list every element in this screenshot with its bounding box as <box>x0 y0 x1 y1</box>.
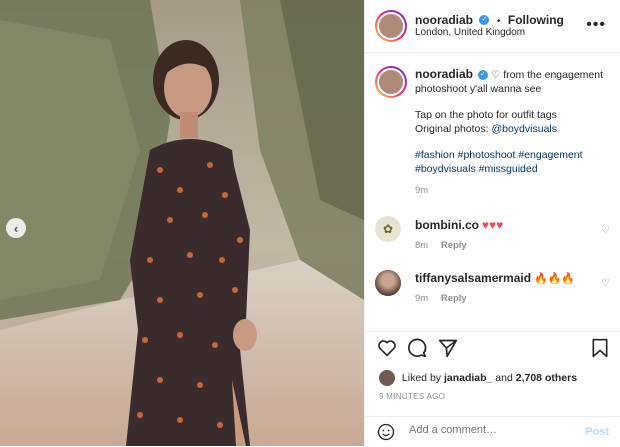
caption-first-line: nooradiab ✓ ♡ from the engagement photos… <box>415 67 615 96</box>
verified-badge-icon: ✓ <box>479 14 490 25</box>
hashtags-line-2[interactable]: #boydvisuals #missguided <box>415 162 615 176</box>
caption-tap-line: Tap on the photo for outfit tags <box>415 109 557 121</box>
likes-prefix: Liked by <box>401 371 444 384</box>
reply-button[interactable]: Reply <box>441 240 467 251</box>
more-dots-icon[interactable]: ••• <box>586 16 606 34</box>
author-avatar[interactable] <box>375 10 407 42</box>
caption-original-prefix: Original photos: <box>415 123 492 135</box>
bookmark-icon[interactable] <box>591 338 609 358</box>
likes-summary: Liked by janadiab_ and 2,708 others <box>379 370 577 386</box>
post-header: nooradiab ✓ • Following London, United K… <box>365 0 620 53</box>
heart-icon[interactable] <box>377 339 397 357</box>
comment-like-icon[interactable]: ♡ <box>601 225 610 236</box>
comment-time: 8m <box>415 240 429 251</box>
comment-input[interactable] <box>407 423 571 437</box>
comment-username[interactable]: bombini.co <box>415 218 479 232</box>
likes-count-link[interactable]: 2,708 others <box>516 372 577 384</box>
comment-meta: 8m Reply <box>415 240 605 251</box>
photo-image <box>0 0 364 446</box>
post-sidebar: nooradiab ✓ • Following London, United K… <box>364 0 620 446</box>
comment-item: tiffanysalsamermaid 🔥🔥🔥 9m Reply <box>415 271 605 304</box>
mention-link[interactable]: @boydvisuals <box>491 123 557 135</box>
commenter-avatar[interactable] <box>375 270 401 296</box>
post-location[interactable]: London, United Kingdom <box>415 27 525 38</box>
post-photo[interactable]: ‹ <box>0 0 364 446</box>
post-timestamp: 9 MINUTES AGO <box>379 392 446 401</box>
comment-time: 9m <box>415 293 429 304</box>
previous-photo-button[interactable]: ‹ <box>6 218 26 238</box>
comment-username[interactable]: tiffanysalsamermaid <box>415 271 531 285</box>
header-separator: • <box>496 16 501 27</box>
comment-text: 🔥🔥🔥 <box>533 273 576 285</box>
comment-text: ♥♥♥ <box>481 218 504 232</box>
comment-like-icon[interactable]: ♡ <box>601 278 610 289</box>
liker-username[interactable]: janadiab_ <box>444 372 492 384</box>
instagram-post: ‹ nooradiab ✓ • Following London, United… <box>0 0 620 446</box>
following-button[interactable]: Following <box>508 13 564 27</box>
commenter-avatar[interactable]: ✿ <box>375 216 401 242</box>
hashtags-line-1[interactable]: #fashion #photoshoot #engagement <box>415 148 615 162</box>
add-comment-bar: Post <box>365 416 620 447</box>
reply-button[interactable]: Reply <box>441 293 467 304</box>
author-username[interactable]: nooradiab <box>415 13 473 27</box>
share-icon[interactable] <box>438 338 458 358</box>
comment-meta: 9m Reply <box>415 293 605 304</box>
liker-avatar[interactable] <box>379 370 395 386</box>
verified-badge-icon: ✓ <box>477 70 488 81</box>
comment-item: bombini.co ♥♥♥ 8m Reply <box>415 218 605 251</box>
action-bar <box>365 331 620 364</box>
caption-time: 9m <box>415 185 429 196</box>
caption-original-line: Original photos: @boydvisuals <box>415 122 615 136</box>
caption-avatar[interactable] <box>375 66 407 98</box>
comment-icon[interactable] <box>407 338 427 358</box>
emoji-icon[interactable] <box>377 423 395 441</box>
caption-username[interactable]: nooradiab <box>415 67 473 81</box>
post-comment-button[interactable]: Post <box>585 426 609 438</box>
post-caption: nooradiab ✓ ♡ from the engagement photos… <box>415 67 615 198</box>
chevron-left-icon: ‹ <box>13 220 19 236</box>
likes-mid: and <box>492 371 516 384</box>
